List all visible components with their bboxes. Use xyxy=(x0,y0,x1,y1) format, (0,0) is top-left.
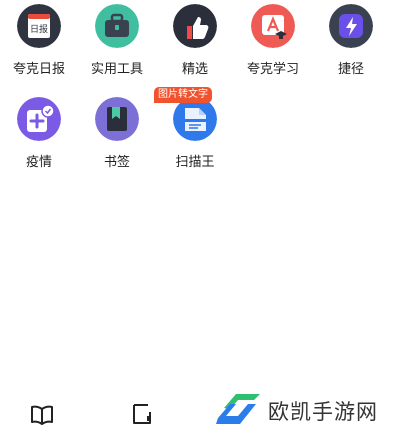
bottom-toolbar: 欧凯手游网 xyxy=(0,386,402,432)
scanner-icon xyxy=(173,97,217,141)
app-label-scanner: 扫描王 xyxy=(175,155,215,170)
site-watermark: 欧凯手游网 xyxy=(214,388,394,432)
watermark-logo-icon xyxy=(214,388,266,432)
launcher-page: 日报 夸克日报 实用工具 精选 夸克学习 捷径 疫情 书签 图片转文字 扫描王 … xyxy=(0,0,402,432)
epidemic-icon xyxy=(17,97,61,141)
book-icon[interactable] xyxy=(28,400,56,428)
image-to-text-badge: 图片转文字 xyxy=(154,87,212,103)
watermark-text: 欧凯手游网 xyxy=(268,400,378,424)
tab-icon[interactable] xyxy=(128,400,156,428)
shortcut-icon xyxy=(329,4,373,48)
toolbox-icon xyxy=(95,4,139,48)
app-label-quark-study: 夸克学习 xyxy=(246,62,299,77)
thumbs-up-icon xyxy=(173,4,217,48)
daily-report-icon: 日报 xyxy=(17,4,61,48)
study-icon xyxy=(251,4,295,48)
app-label-epidemic: 疫情 xyxy=(25,155,52,170)
app-label-bookmark: 书签 xyxy=(103,155,130,170)
app-label-practical-tools: 实用工具 xyxy=(90,62,143,77)
app-label-featured: 精选 xyxy=(181,62,208,77)
daily-icon-text: 日报 xyxy=(30,23,48,35)
app-label-shortcut: 捷径 xyxy=(337,62,364,77)
app-label-quark-daily: 夸克日报 xyxy=(12,62,65,77)
bookmark-icon xyxy=(95,97,139,141)
